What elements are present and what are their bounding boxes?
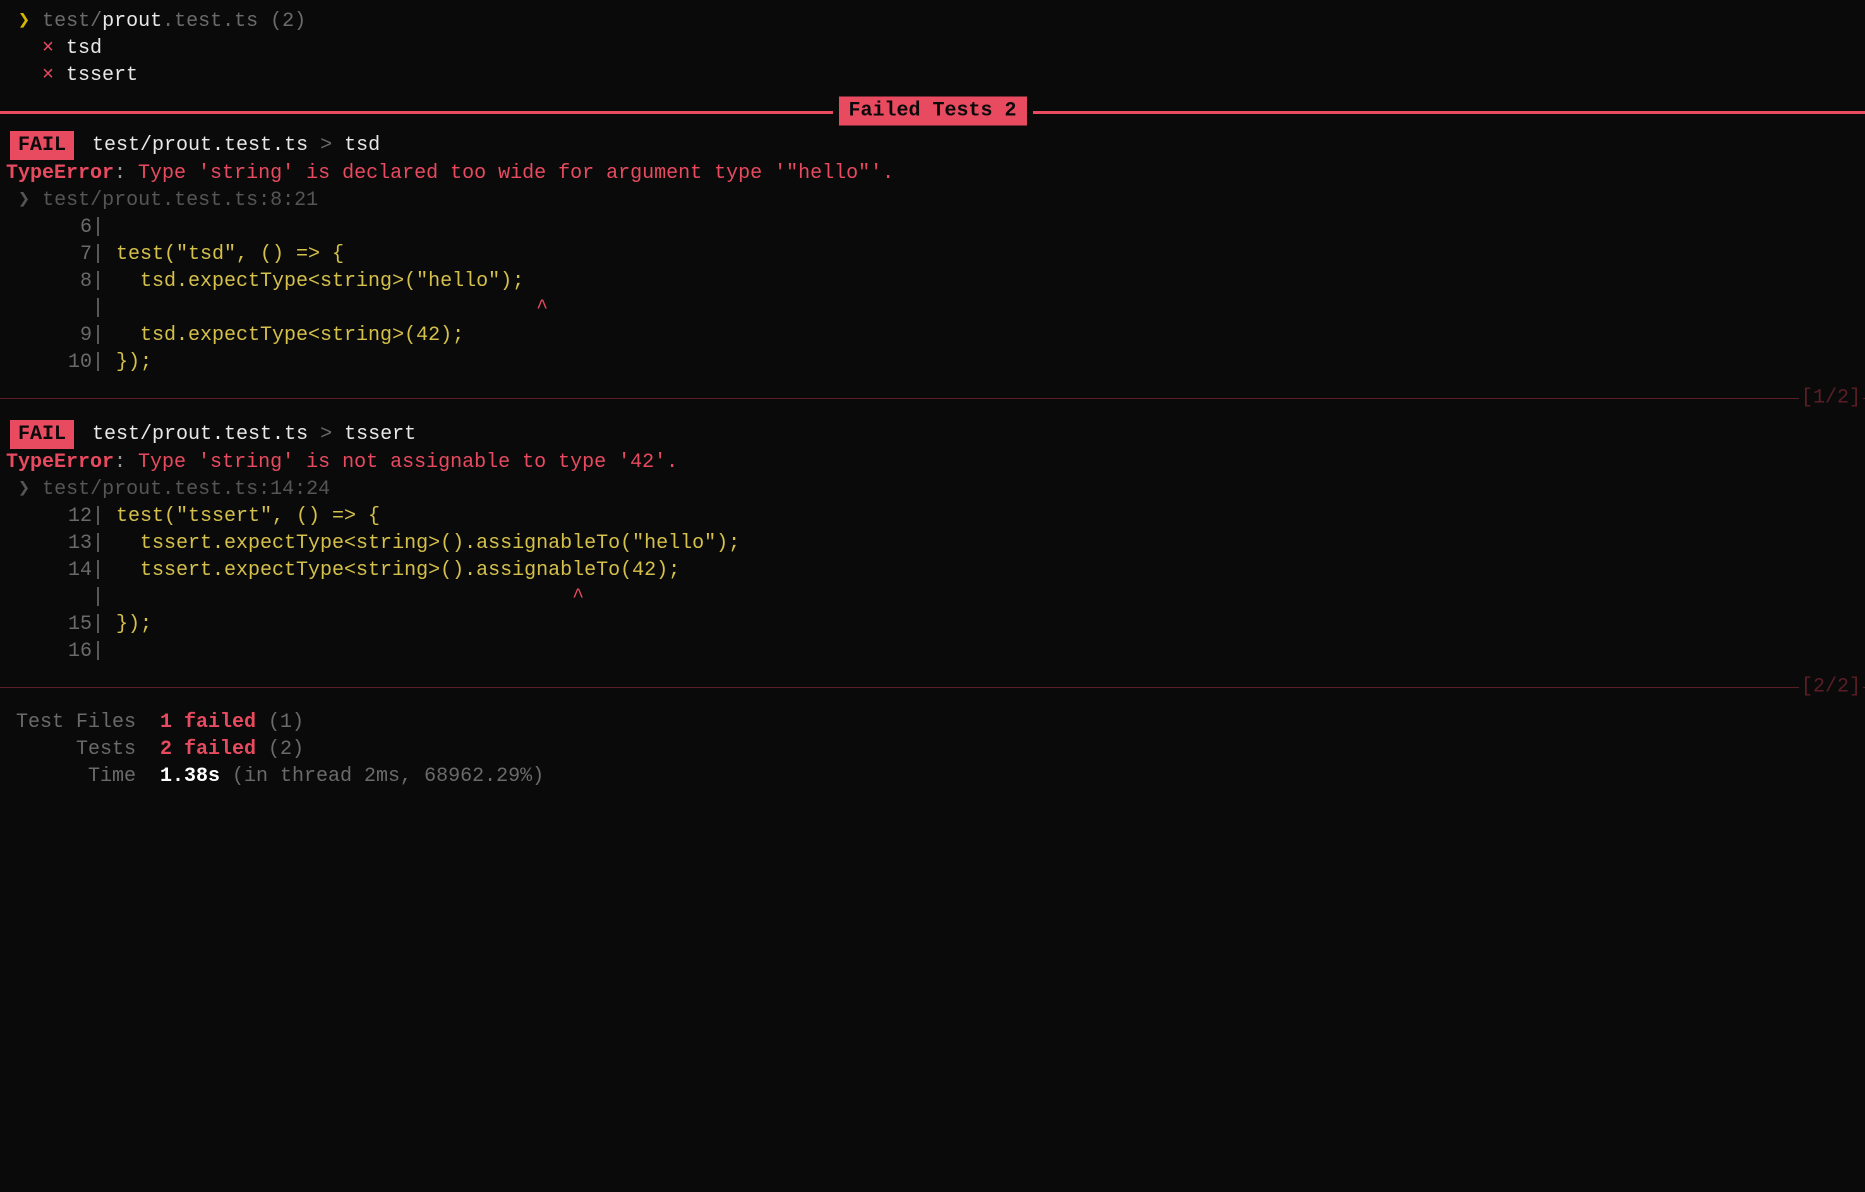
code-line: 6| [4, 214, 1865, 241]
code-line: 13| tssert.expectType<string>().assignab… [4, 530, 1865, 557]
fail-mark-icon: × [42, 64, 54, 87]
code-line: 16| [4, 638, 1865, 665]
file-path-name: prout [102, 10, 162, 33]
failure-separator: [2/2] [0, 675, 1865, 699]
failure-header: FAIL test/prout.test.ts > tsd [0, 131, 1865, 160]
error-type: TypeError [6, 162, 114, 185]
failure-test-name: tsd [344, 134, 380, 157]
failure-test-name: tssert [344, 423, 416, 446]
test-name: tsd [66, 37, 102, 60]
separator-line [0, 398, 1865, 399]
code-line: 10| }); [4, 349, 1865, 376]
test-count: (2) [270, 10, 306, 33]
summary-test-files: Test Files 1 failed (1) [6, 709, 1865, 736]
file-path-suffix: .test.ts [162, 10, 258, 33]
failure-file: test/prout.test.ts [92, 134, 308, 157]
code-line: 9| tsd.expectType<string>(42); [4, 322, 1865, 349]
failure-header: FAIL test/prout.test.ts > tssert [0, 420, 1865, 449]
code-line: 7| test("tsd", () => { [4, 241, 1865, 268]
error-location: test/prout.test.ts:14:24 [42, 478, 330, 501]
test-file-header: ❯ test/prout.test.ts (2) [0, 8, 1865, 35]
code-line-caret: | ^ [4, 295, 1865, 322]
error-message: Type 'string' is not assignable to type … [138, 451, 678, 474]
chevron-icon: ❯ [18, 189, 30, 212]
failure-sep: > [320, 423, 332, 446]
failure-counter: [1/2] [1799, 385, 1863, 412]
fail-badge: FAIL [10, 131, 74, 160]
banner-label: Failed Tests 2 [832, 97, 1032, 126]
error-message-line: TypeError: Type 'string' is declared too… [0, 160, 1865, 187]
error-location: test/prout.test.ts:8:21 [42, 189, 318, 212]
test-result-item: × tsd [0, 35, 1865, 62]
code-line: 8| tsd.expectType<string>("hello"); [4, 268, 1865, 295]
code-line: 12| test("tssert", () => { [4, 503, 1865, 530]
chevron-icon: ❯ [18, 478, 30, 501]
code-line-caret: | ^ [4, 584, 1865, 611]
fail-badge: FAIL [10, 420, 74, 449]
summary-tests: Tests 2 failed (2) [6, 736, 1865, 763]
chevron-icon: ❯ [18, 10, 30, 33]
separator-line [0, 687, 1865, 688]
error-message-line: TypeError: Type 'string' is not assignab… [0, 449, 1865, 476]
failed-tests-banner: Failed Tests 2 [0, 97, 1865, 125]
file-path-prefix: test/ [42, 10, 102, 33]
error-colon: : [114, 451, 138, 474]
error-message: Type 'string' is declared too wide for a… [138, 162, 894, 185]
test-summary: Test Files 1 failed (1) Tests 2 failed (… [0, 709, 1865, 790]
failure-counter: [2/2] [1799, 674, 1863, 701]
code-snippet: 12| test("tssert", () => { 13| tssert.ex… [0, 503, 1865, 665]
failure-sep: > [320, 134, 332, 157]
failure-separator: [1/2] [0, 386, 1865, 410]
code-line: 14| tssert.expectType<string>().assignab… [4, 557, 1865, 584]
test-result-item: × tssert [0, 62, 1865, 89]
summary-time: Time 1.38s (in thread 2ms, 68962.29%) [6, 763, 1865, 790]
test-name: tssert [66, 64, 138, 87]
error-location-line: ❯ test/prout.test.ts:14:24 [0, 476, 1865, 503]
fail-mark-icon: × [42, 37, 54, 60]
error-colon: : [114, 162, 138, 185]
code-snippet: 6| 7| test("tsd", () => { 8| tsd.expectT… [0, 214, 1865, 376]
error-location-line: ❯ test/prout.test.ts:8:21 [0, 187, 1865, 214]
error-type: TypeError [6, 451, 114, 474]
failure-file: test/prout.test.ts [92, 423, 308, 446]
code-line: 15| }); [4, 611, 1865, 638]
